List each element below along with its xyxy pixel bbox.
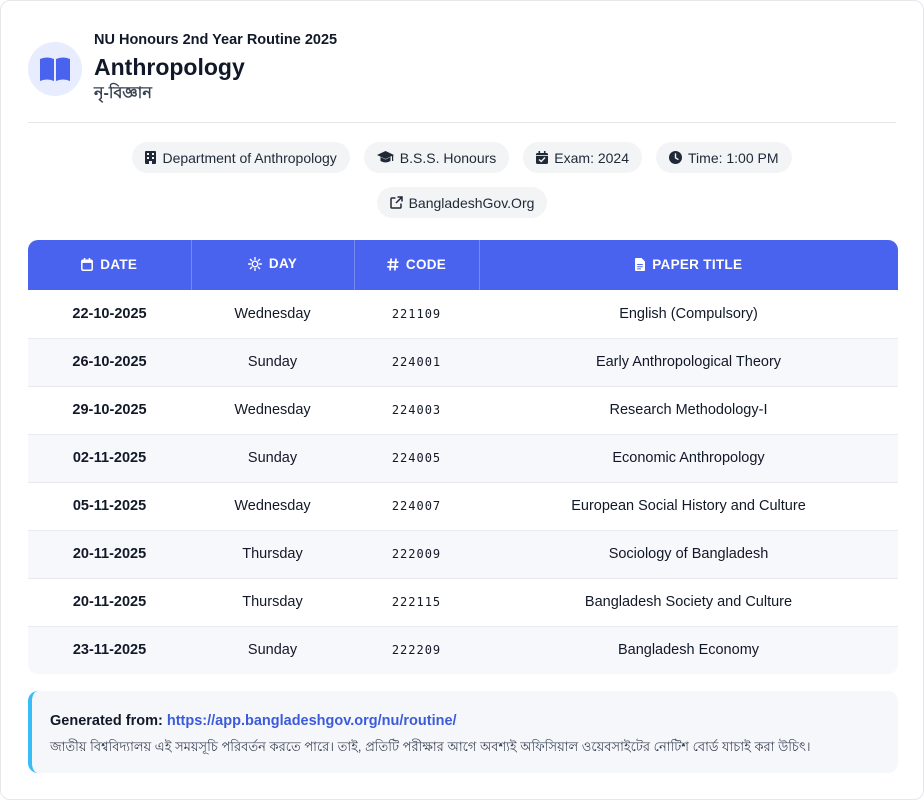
row-date: 22-10-2025 [72, 305, 147, 322]
row-paper-title: Research Methodology-I [609, 402, 768, 418]
hashtag-icon [387, 257, 399, 271]
book-open-icon [40, 57, 70, 81]
row-paper-title: Early Anthropological Theory [595, 354, 782, 370]
row-date: 05-11-2025 [72, 498, 147, 514]
row-day: Sunday [247, 354, 298, 370]
building-icon [145, 151, 157, 164]
graduation-cap-icon [376, 151, 394, 163]
routine-table: DATE DAY CODE PAPER TITLE 22-10-2025 Wed… [28, 240, 898, 674]
row-code: 222009 [391, 547, 442, 561]
row-date: 26-10-2025 [72, 354, 147, 370]
table-row: 02-11-2025 Sunday 224005 Economic Anthro… [28, 434, 898, 482]
table-row: 20-11-2025 Thursday 222009 Sociology of … [28, 530, 898, 578]
exam-label: Exam: 2024 [554, 149, 630, 166]
source-link-label: BangladeshGov.Org [408, 194, 535, 211]
row-code: 222115 [391, 595, 442, 609]
row-paper-title: European Social History and Culture [571, 498, 806, 514]
page-title: Anthropology [94, 54, 245, 80]
table-row: 26-10-2025 Sunday 224001 Early Anthropol… [28, 338, 898, 386]
routine-card: NU Honours 2nd Year Routine 2025 Anthrop… [0, 0, 924, 800]
degree-badge: B.S.S. Honours [363, 142, 510, 173]
external-link-icon [389, 196, 403, 209]
calendar-check-icon [536, 151, 549, 164]
row-code: 224003 [391, 403, 442, 417]
disclaimer-note: জাতীয় বিশ্ববিদ্যালয় এই সময়সূচি পরিবর্… [50, 739, 811, 754]
source-link-badge[interactable]: BangladeshGov.Org [376, 187, 548, 218]
time-label: Time: 1:00 PM [688, 149, 779, 166]
table-row: 05-11-2025 Wednesday 224007 European Soc… [28, 482, 898, 530]
row-code: 222209 [391, 643, 442, 658]
table-row: 22-10-2025 Wednesday 221109 English (Com… [28, 290, 898, 338]
sun-icon [247, 256, 262, 271]
time-badge: Time: 1:00 PM [656, 142, 792, 173]
row-paper-title: Economic Anthropology [612, 450, 765, 466]
row-paper-title: Bangladesh Economy [617, 642, 760, 659]
date-column-header: DATE [28, 240, 192, 290]
exam-badge: Exam: 2024 [523, 142, 643, 173]
generated-from-label: Generated from: [50, 713, 163, 729]
row-day: Thursday [242, 594, 303, 610]
day-header-label: DAY [268, 256, 298, 272]
routine-subtitle: NU Honours 2nd Year Routine 2025 [94, 32, 338, 48]
row-day: Wednesday [234, 402, 311, 418]
title-header-label: PAPER TITLE [652, 256, 743, 272]
row-day: Wednesday [234, 305, 311, 322]
code-header-label: CODE [405, 256, 447, 272]
row-date: 02-11-2025 [72, 450, 147, 466]
row-day: Wednesday [234, 498, 311, 514]
row-date: 20-11-2025 [72, 594, 147, 610]
table-row: 23-11-2025 Sunday 222209 Bangladesh Econ… [28, 626, 898, 674]
day-column-header: DAY [191, 240, 355, 290]
date-header-label: DATE [100, 256, 138, 272]
row-date: 23-11-2025 [72, 642, 147, 659]
source-note: Generated from: https://app.bangladeshgo… [28, 691, 898, 773]
code-column-header: CODE [354, 240, 480, 290]
degree-label: B.S.S. Honours [399, 149, 497, 166]
clock-icon [669, 151, 683, 164]
header: NU Honours 2nd Year Routine 2025 Anthrop… [28, 31, 896, 123]
row-code: 221109 [391, 306, 442, 321]
row-paper-title: Sociology of Bangladesh [608, 546, 769, 562]
calendar-icon [81, 257, 94, 271]
routine-source-link[interactable]: https://app.bangladeshgov.org/nu/routine… [167, 713, 457, 729]
department-label: Department of Anthropology [162, 149, 337, 166]
table-header-row: DATE DAY CODE PAPER TITLE [28, 240, 898, 290]
department-badge: Department of Anthropology [132, 142, 350, 173]
row-code: 224007 [391, 499, 442, 513]
row-paper-title: English (Compulsory) [619, 305, 758, 322]
row-date: 20-11-2025 [72, 546, 147, 562]
file-text-icon [635, 257, 646, 271]
row-code: 224001 [391, 355, 442, 369]
row-day: Thursday [242, 546, 303, 562]
info-badges: Department of Anthropology B.S.S. Honour… [28, 142, 896, 232]
row-day: Sunday [247, 642, 298, 659]
bangla-title: নৃ-বিজ্ঞান [94, 85, 152, 102]
generated-from: Generated from: https://app.bangladeshgo… [50, 711, 898, 731]
row-date: 29-10-2025 [72, 402, 147, 418]
row-day: Sunday [247, 450, 298, 466]
row-code: 224005 [391, 451, 442, 465]
table-row: 20-11-2025 Thursday 222115 Bangladesh So… [28, 578, 898, 626]
row-paper-title: Bangladesh Society and Culture [584, 594, 793, 610]
table-row: 29-10-2025 Wednesday 224003 Research Met… [28, 386, 898, 434]
logo [28, 42, 82, 96]
title-column-header: PAPER TITLE [479, 240, 898, 290]
